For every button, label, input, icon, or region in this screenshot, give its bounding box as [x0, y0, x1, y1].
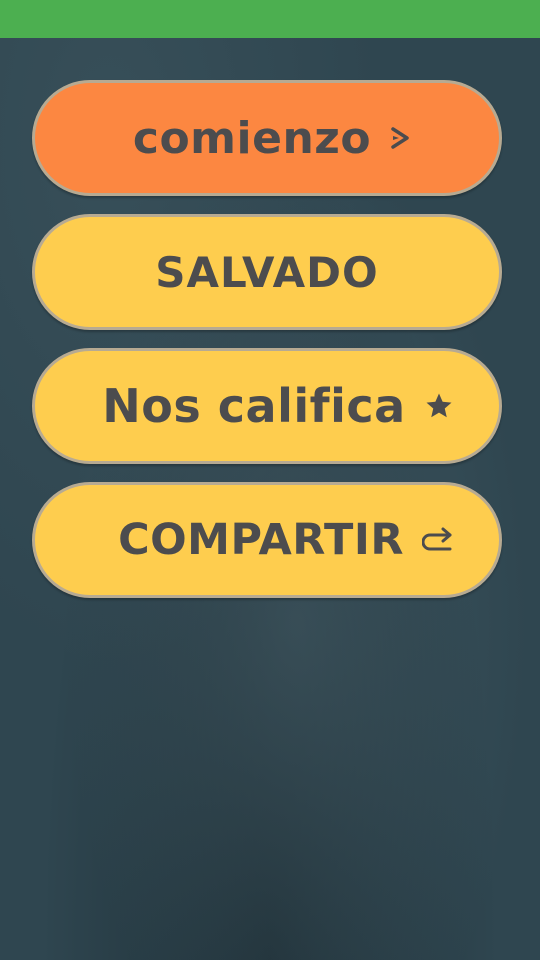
saved-button-label: SALVADO: [155, 247, 379, 297]
share-button[interactable]: COMPARTIR: [32, 482, 502, 598]
rate-us-button-label: Nos califica: [102, 379, 406, 433]
share-button-label: COMPARTIR: [118, 515, 404, 565]
star-icon: [424, 391, 454, 421]
play-arrow-icon: [389, 126, 411, 150]
rate-us-button[interactable]: Nos califica: [32, 348, 502, 464]
saved-button[interactable]: SALVADO: [32, 214, 502, 330]
status-bar: [0, 0, 540, 38]
share-arrow-icon: [421, 525, 456, 555]
main-menu: comienzo SALVADO Nos califica COMPARTIR: [32, 80, 502, 598]
start-button-label: comienzo: [132, 112, 372, 164]
start-button[interactable]: comienzo: [32, 80, 502, 196]
